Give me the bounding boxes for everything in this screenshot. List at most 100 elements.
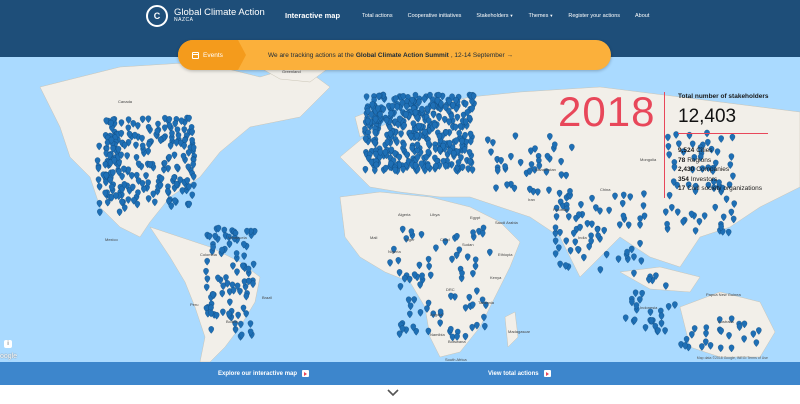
events-tab[interactable]: Events <box>178 40 246 70</box>
events-banner[interactable]: Events We are tracking actions at the Gl… <box>178 40 611 70</box>
map-pin-icon[interactable] <box>662 327 668 335</box>
caret-down-icon: ▼ <box>509 12 514 18</box>
map-pin-icon[interactable] <box>665 303 672 311</box>
nav-item-stakeholders[interactable]: Stakeholders▼ <box>476 13 513 19</box>
stat-value: 9,524 <box>678 147 695 154</box>
stat-row: 2,430 Companies <box>678 165 762 175</box>
nav-label: About <box>635 12 650 19</box>
map-pin-icon[interactable] <box>191 181 197 190</box>
world-map[interactable]: Greenland Canada Mexico Venezuela Colombia Pe… <box>0 57 800 362</box>
banner-text-before: We are tracking actions at the <box>268 51 354 59</box>
stat-value: 17 <box>678 185 686 192</box>
map-country-label: Canada <box>118 99 133 104</box>
nav-item-interactive-map[interactable]: Interactive map <box>285 11 340 20</box>
map-info-icon[interactable]: i <box>4 340 12 348</box>
map-country-label: Angola <box>430 312 443 317</box>
map-pin-icon[interactable] <box>397 283 404 291</box>
map-country-label: DRC <box>446 287 455 292</box>
map-pin-icon[interactable] <box>411 296 417 304</box>
events-label: Events <box>203 51 223 59</box>
explore-map-label: Explore our interactive map <box>218 370 298 377</box>
stats-total: 12,403 <box>678 106 737 127</box>
banner-message[interactable]: We are tracking actions at the Global Cl… <box>268 40 513 70</box>
scroll-down-chevron-icon[interactable] <box>386 386 400 400</box>
map-pin-icon[interactable] <box>557 260 563 269</box>
map-pin-icon[interactable] <box>637 296 643 304</box>
play-icon <box>302 370 310 377</box>
map-pin-icon[interactable] <box>421 95 428 104</box>
map-pin-icon[interactable] <box>642 324 649 332</box>
calendar-icon <box>192 51 199 59</box>
map-pin-icon[interactable] <box>396 330 403 339</box>
map-pin-icon[interactable] <box>407 302 414 311</box>
logo-mark-icon: C <box>146 5 168 27</box>
map-country-label: Australia <box>718 319 734 324</box>
stat-row: 9,524 Cities <box>678 146 762 156</box>
stats-rule <box>678 133 768 134</box>
nav-label: Register your actions <box>568 12 621 19</box>
map-pin-icon[interactable] <box>631 253 637 262</box>
map-pin-icon[interactable] <box>632 289 639 298</box>
map-pin-icon[interactable] <box>615 255 622 264</box>
nav-item-about[interactable]: About <box>635 13 649 19</box>
banner-text-bold: Global Climate Action Summit <box>355 51 449 59</box>
stat-label: Civil society organizations <box>687 185 763 192</box>
map-country-label: Brazil <box>262 295 273 300</box>
logo[interactable]: C Global Climate Action NAZCA <box>146 5 265 27</box>
map-pin-icon[interactable] <box>672 301 678 309</box>
view-actions-button[interactable]: View total actions <box>488 362 551 385</box>
map-pin-icon[interactable] <box>206 232 213 241</box>
map-pin-icon[interactable] <box>179 187 186 195</box>
map-pin-icon[interactable] <box>363 93 370 102</box>
nav-label: Total actions <box>362 12 393 19</box>
map-pin-icon[interactable] <box>247 320 254 328</box>
map-pin-icon[interactable] <box>189 191 195 200</box>
nav-item-total-actions[interactable]: Total actions <box>362 13 393 19</box>
nav-item-cooperative-initiatives[interactable]: Cooperative initiatives <box>408 13 462 19</box>
map-pin-icon[interactable] <box>168 202 175 211</box>
map-pin-icon[interactable] <box>622 314 629 323</box>
stat-value: 354 <box>678 175 689 183</box>
nav-label: Interactive map <box>285 11 341 20</box>
view-actions-label: View total actions <box>488 370 539 377</box>
caret-down-icon: ▼ <box>549 12 554 18</box>
stats-breakdown: 9,524 Cities 78 Regions 2,430 Companies 354 Inv… <box>678 146 762 194</box>
google-logo: oogle <box>0 353 18 360</box>
map-pin-icon[interactable] <box>552 237 559 246</box>
map-country-label: Bolivia <box>226 319 238 324</box>
map-country-label: Niger <box>405 237 415 242</box>
nav-item-themes[interactable]: Themes▼ <box>529 13 554 19</box>
map-pin-icon[interactable] <box>628 245 635 254</box>
stat-row: 78 Regions <box>678 156 762 166</box>
map-pin-icon[interactable] <box>603 251 610 259</box>
map-country-label: India <box>578 235 587 240</box>
map-pin-icon[interactable] <box>250 260 257 269</box>
map-pin-icon[interactable] <box>552 250 559 258</box>
map-pin-icon[interactable] <box>241 252 247 261</box>
page: C Global Climate Action NAZCA Interactiv… <box>0 0 800 404</box>
map-country-label: Botswana <box>448 339 466 344</box>
map-pin-icon[interactable] <box>725 228 732 237</box>
map-country-label: Tanzania <box>478 300 495 305</box>
nav-label: Themes <box>528 12 549 19</box>
nav-item-register-your-actions[interactable]: Register your actions <box>568 13 620 19</box>
map-pin-icon[interactable] <box>638 257 645 265</box>
map-pin-icon[interactable] <box>97 208 103 217</box>
stats-title: Total number of stakeholders <box>678 93 769 100</box>
map-pin-icon[interactable] <box>658 312 665 321</box>
map-attribution[interactable]: Map data ©2018 Google, INEGI Terms of Us… <box>697 356 768 360</box>
map-country-label: Mongolia <box>640 157 657 162</box>
map-pin-icon[interactable] <box>417 309 424 317</box>
map-pin-icon[interactable] <box>407 310 413 319</box>
map-country-label: Madagascar <box>508 329 531 334</box>
year-label: 2018 <box>558 88 656 135</box>
map-pin-icon[interactable] <box>401 275 408 283</box>
map-pin-icon[interactable] <box>482 323 488 331</box>
map-pin-icon[interactable] <box>658 320 665 328</box>
map-pin-icon[interactable] <box>394 103 400 112</box>
map-pin-icon[interactable] <box>597 266 604 274</box>
explore-map-button[interactable]: Explore our interactive map <box>218 362 310 385</box>
map-pin-icon[interactable] <box>226 240 233 249</box>
map-country-label: Kazakhstan <box>535 167 556 172</box>
cta-bar: Explore our interactive map View total a… <box>0 362 800 385</box>
